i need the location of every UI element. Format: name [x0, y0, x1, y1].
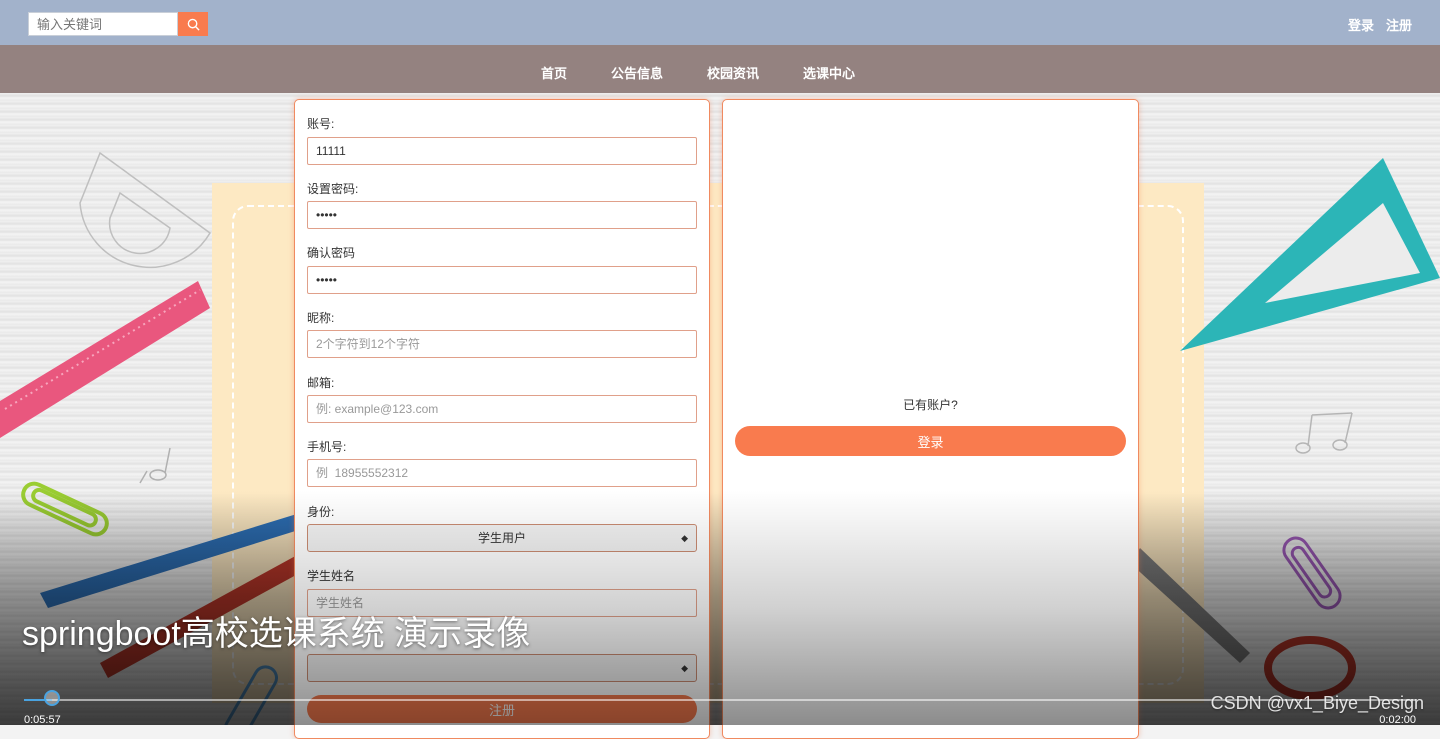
main-nav: 首页 公告信息 校园资讯 选课中心: [0, 45, 1440, 93]
nav-item-course-center[interactable]: 选课中心: [803, 63, 855, 82]
secondary-select[interactable]: ◆: [307, 654, 697, 682]
login-button[interactable]: 登录: [735, 426, 1126, 456]
video-progress-handle[interactable]: [43, 690, 60, 706]
account-input[interactable]: [307, 137, 697, 165]
phone-input[interactable]: [307, 459, 697, 487]
account-label: 账号:: [307, 117, 335, 131]
auth-links: 登录 注册: [1348, 15, 1412, 34]
password-input[interactable]: [307, 201, 697, 229]
confirm-password-label: 确认密码: [307, 246, 356, 260]
have-account-text: 已有账户?: [903, 398, 958, 412]
student-name-label: 学生姓名: [307, 569, 356, 583]
video-title: springboot高校选课系统 演示录像: [22, 615, 531, 653]
nav-item-campus-news[interactable]: 校园资讯: [707, 63, 759, 82]
music-note-icon: [1295, 412, 1353, 454]
search-icon: [187, 18, 200, 31]
teal-set-square-icon: [1180, 158, 1440, 351]
password-label: 设置密码:: [307, 182, 359, 196]
identity-selected-value: 学生用户: [477, 531, 526, 545]
login-link[interactable]: 登录: [1348, 15, 1374, 34]
email-label: 邮箱:: [307, 376, 335, 390]
phone-label: 手机号:: [307, 440, 347, 454]
protractor-icon: [79, 151, 211, 269]
music-note-icon: [139, 447, 171, 484]
nickname-input[interactable]: [307, 330, 697, 358]
pink-ruler-icon: [0, 281, 210, 438]
csdn-watermark: CSDN @vx1_Biye_Design: [1210, 693, 1424, 713]
identity-select[interactable]: 学生用户 ◆: [307, 524, 697, 552]
search-input[interactable]: [28, 12, 178, 36]
register-link[interactable]: 注册: [1386, 15, 1412, 34]
search-button[interactable]: [178, 12, 208, 36]
login-panel: 已有账户? 登录: [722, 99, 1139, 739]
top-bar: 登录 注册: [0, 0, 1440, 45]
identity-label: 身份:: [307, 505, 335, 519]
video-total-time: 0:02:00: [1379, 714, 1416, 726]
confirm-password-input[interactable]: [307, 266, 697, 294]
email-input[interactable]: [307, 395, 697, 423]
video-current-time: 0:05:57: [24, 714, 61, 726]
video-progress-bar[interactable]: [24, 690, 1416, 706]
select-arrows-icon: ◆: [681, 533, 688, 543]
nickname-label: 昵称:: [307, 311, 335, 325]
nav-item-announcements[interactable]: 公告信息: [611, 63, 663, 82]
nav-item-home[interactable]: 首页: [541, 63, 567, 82]
select-arrows-icon: ◆: [681, 663, 688, 673]
